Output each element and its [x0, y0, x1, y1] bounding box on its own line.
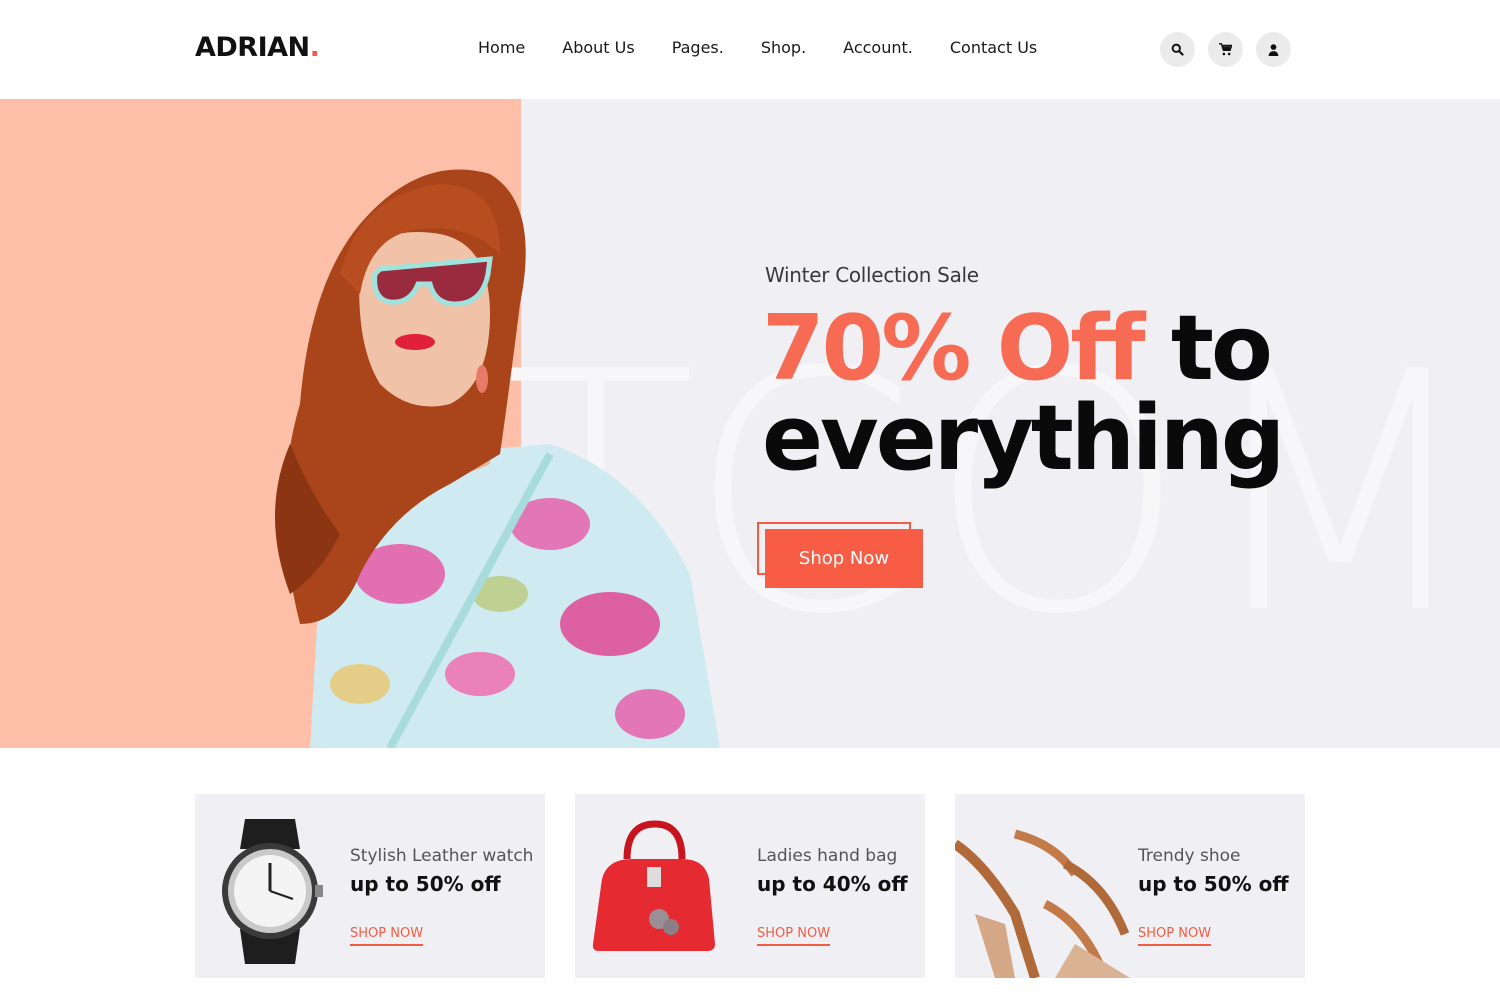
brand-logo[interactable]: ADRIAN. [195, 32, 320, 63]
nav-pages[interactable]: Pages. [672, 38, 724, 57]
site-header: ADRIAN. Home About Us Pages. Shop. Accou… [0, 0, 1500, 99]
nav-account[interactable]: Account. [843, 38, 913, 57]
card-shop-now-link[interactable]: SHOP NOW [350, 926, 424, 946]
nav-shop[interactable]: Shop. [761, 38, 806, 57]
card-title: Stylish Leather watch [350, 846, 534, 866]
user-icon [1268, 44, 1279, 56]
hero-headline-everything: everything [762, 386, 1285, 491]
card-shop-now-link[interactable]: SHOP NOW [757, 926, 831, 946]
search-button[interactable] [1160, 32, 1195, 67]
nav-home[interactable]: Home [478, 38, 525, 57]
search-icon [1171, 43, 1184, 56]
hero-headline: 70% Off to everything [762, 304, 1285, 484]
main-nav: Home About Us Pages. Shop. Account. Cont… [478, 38, 1074, 57]
brand-name: ADRIAN [195, 32, 310, 63]
promo-card-shoe[interactable]: Trendy shoe up to 50% off SHOP NOW [955, 794, 1305, 978]
handbag-image [592, 820, 715, 951]
hero-model-image [275, 169, 720, 748]
card-shop-now-link[interactable]: SHOP NOW [1138, 926, 1212, 946]
shop-now-button[interactable]: Shop Now [765, 529, 923, 588]
card-deal: up to 50% off [350, 872, 501, 896]
promo-card-watch[interactable]: Stylish Leather watch up to 50% off SHOP… [195, 794, 545, 978]
card-title: Trendy shoe [1138, 846, 1241, 866]
hero-banner: TCOM Winter Collection Sale 70% Off to e [0, 99, 1500, 748]
promo-card-handbag[interactable]: Ladies hand bag up to 40% off SHOP NOW [575, 794, 925, 978]
card-deal: up to 50% off [1138, 872, 1289, 896]
cart-button[interactable] [1208, 32, 1243, 67]
cart-icon [1219, 43, 1232, 56]
nav-about-us[interactable]: About Us [562, 38, 634, 57]
card-title: Ladies hand bag [757, 846, 898, 866]
account-button[interactable] [1256, 32, 1291, 67]
header-icons [1160, 32, 1291, 67]
brand-dot: . [309, 32, 320, 63]
sandal-image [955, 829, 1130, 978]
nav-contact-us[interactable]: Contact Us [950, 38, 1037, 57]
hero-subtitle: Winter Collection Sale [765, 263, 979, 287]
watch-image [222, 819, 323, 964]
card-deal: up to 40% off [757, 872, 908, 896]
promo-cards: Stylish Leather watch up to 50% off SHOP… [195, 794, 1305, 978]
